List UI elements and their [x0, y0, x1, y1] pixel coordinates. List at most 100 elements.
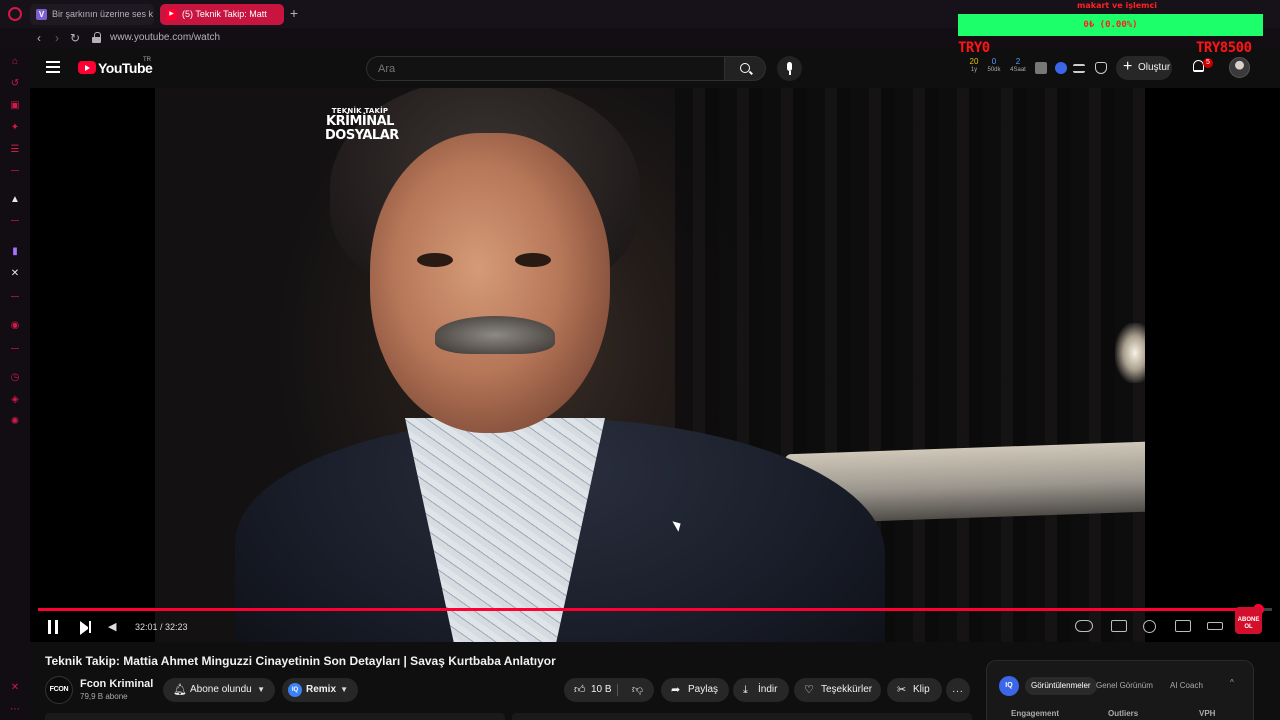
video-progress-bar[interactable]: [38, 604, 1272, 615]
gx-icon[interactable]: ✕: [9, 682, 21, 694]
hamburger-menu-icon[interactable]: [46, 61, 60, 73]
list-icon[interactable]: [1073, 64, 1085, 73]
reload-icon[interactable]: ↻: [68, 30, 82, 46]
description-box[interactable]: [45, 713, 505, 720]
share-arrow-icon: ➦: [671, 684, 681, 696]
sidebar-divider: [11, 296, 19, 297]
back-arrow-icon[interactable]: ‹: [32, 30, 46, 46]
thumbs-down-icon[interactable]: 👎︎: [632, 678, 643, 702]
sidebar-divider: [11, 348, 19, 349]
chevron-down-icon: ▼: [257, 685, 265, 694]
subscribe-badge-icon[interactable]: ABONE OL: [1235, 607, 1262, 634]
youtube-logo-icon[interactable]: [78, 61, 96, 74]
subtitles-icon[interactable]: [1111, 620, 1127, 632]
app-shortcut-icon[interactable]: ▲: [9, 194, 21, 206]
create-button[interactable]: Oluştur: [1116, 55, 1172, 80]
browser-logo-icon[interactable]: [8, 7, 22, 21]
notification-count-badge: 5: [1203, 58, 1213, 68]
calendar-icon[interactable]: [1035, 62, 1047, 74]
volume-icon[interactable]: ◀: [108, 620, 120, 634]
twitch-icon[interactable]: ▮: [9, 246, 21, 258]
download-icon: ⤓: [743, 684, 748, 696]
next-video-bar-icon: [89, 621, 91, 633]
thanks-heart-icon: ♡: [804, 684, 814, 696]
home-icon[interactable]: ⌂: [9, 56, 21, 68]
channel-watermark-logo: TEKNİK TAKİP KRİMİNAL DOSYALAR: [325, 107, 399, 143]
column-outliers: Outliers: [1108, 709, 1139, 718]
collapse-chevron-icon[interactable]: ^: [1230, 678, 1234, 687]
sidebar-divider: [11, 170, 19, 171]
column-engagement: Engagement: [1011, 709, 1060, 718]
new-tab-button[interactable]: +: [287, 5, 301, 21]
microphone-icon[interactable]: [777, 56, 802, 81]
vidiq-icon[interactable]: [1055, 62, 1067, 74]
browser-sidebar: ⌂ ↺ ▣ ✦ ☰ ▲ ▮ ✕ ◉ ◷ ◈ ✺ ✕ ⋯: [0, 48, 30, 720]
video-player[interactable]: TEKNİK TAKİP KRİMİNAL DOSYALAR ◀ 32:01 /…: [30, 88, 1280, 642]
more-icon[interactable]: ⋯: [9, 704, 21, 716]
bell-icon: 🔔︎: [173, 684, 187, 696]
chevron-down-icon: ▼: [340, 685, 348, 694]
tab-views[interactable]: Görüntülenmeler: [1025, 677, 1097, 695]
settings-gear-icon[interactable]: [1143, 620, 1156, 633]
person-face: [370, 133, 610, 433]
trophy-icon[interactable]: [1095, 62, 1107, 74]
subscriber-count: 79,9 B abone: [80, 692, 128, 701]
theater-mode-icon[interactable]: [1207, 622, 1223, 630]
history-icon[interactable]: ↺: [9, 78, 21, 90]
stat-50dk: 0 50dk: [987, 57, 1001, 74]
browser-tab-2-active[interactable]: ▶ (5) Teknik Takip: Matt: [160, 4, 284, 25]
lamp-glow: [1115, 323, 1145, 383]
share-button[interactable]: ➦ Paylaş: [661, 678, 729, 702]
channel-name-link[interactable]: Fcon Kriminal: [80, 678, 153, 690]
settings-gear-icon[interactable]: ✺: [9, 416, 21, 428]
overlay-progress-bar: 0₺ (0.00%): [958, 14, 1263, 36]
x-twitter-icon[interactable]: ✕: [9, 268, 21, 280]
comments-box[interactable]: [512, 713, 972, 720]
forward-arrow-icon[interactable]: ›: [50, 30, 64, 46]
tab-favicon-icon: V: [36, 9, 47, 20]
tab-label: (5) Teknik Takip: Matt: [182, 9, 267, 19]
download-button[interactable]: ⤓ İndir: [733, 678, 789, 702]
like-button[interactable]: 👍︎ 10 B 👎︎: [564, 678, 654, 702]
notes-icon[interactable]: ☰: [9, 144, 21, 156]
player-icon[interactable]: ◉: [9, 320, 21, 332]
url-field[interactable]: www.youtube.com/watch: [110, 31, 220, 45]
channel-avatar[interactable]: FCON: [45, 676, 73, 704]
youtube-favicon-icon: ▶: [166, 9, 177, 20]
vidiq-stats-bar: 20 1y 0 50dk 2 4Saat: [965, 54, 1117, 82]
lock-icon[interactable]: [92, 32, 101, 43]
person-eye-right: [515, 253, 551, 267]
person-eye-left: [417, 253, 453, 267]
video-title: Teknik Takip: Mattia Ahmet Minguzzi Cina…: [45, 654, 556, 668]
overlay-top-label: makart ve işlemci: [1077, 1, 1157, 10]
stat-1y: 20 1y: [969, 57, 979, 74]
gamepad-icon[interactable]: ✦: [9, 122, 21, 134]
like-dislike-divider: [617, 684, 618, 696]
region-code: TR: [143, 57, 151, 63]
search-icon[interactable]: [724, 56, 766, 81]
vidiq-panel: IQ Görüntülenmeler Genel Görünüm AI Coac…: [986, 660, 1254, 720]
column-vph: VPH: [1199, 709, 1216, 718]
more-actions-button[interactable]: ...: [946, 678, 970, 702]
thanks-button[interactable]: ♡ Teşekkürler: [794, 678, 881, 702]
pause-icon[interactable]: [48, 620, 58, 634]
vidiq-logo-icon[interactable]: IQ: [999, 676, 1019, 696]
wallet-icon[interactable]: ▣: [9, 100, 21, 112]
subscribed-button[interactable]: 🔔︎ Abone olundu ▼: [163, 678, 275, 702]
tab-overview[interactable]: Genel Görünüm: [1096, 677, 1153, 695]
clock-icon[interactable]: ◷: [9, 372, 21, 384]
clip-button[interactable]: ✂ Klip: [887, 678, 942, 702]
autoplay-toggle-icon[interactable]: [1075, 620, 1093, 632]
video-time: 32:01 / 32:23: [135, 622, 188, 632]
miniplayer-icon[interactable]: [1175, 620, 1191, 632]
remix-button[interactable]: IQ Remix ▼: [282, 678, 358, 702]
user-avatar[interactable]: [1229, 57, 1250, 78]
youtube-masthead: YouTube TR 20 1y 0 50dk 2 4Saat Oluştur …: [30, 48, 1280, 88]
next-video-icon[interactable]: [80, 621, 88, 635]
search-input[interactable]: [366, 56, 724, 81]
extension-icon[interactable]: ◈: [9, 394, 21, 406]
thumbs-up-icon: 👍︎: [574, 684, 586, 696]
browser-tab-1[interactable]: V Bir şarkının üzerine ses k: [30, 4, 154, 25]
video-frame[interactable]: TEKNİK TAKİP KRİMİNAL DOSYALAR: [155, 88, 1145, 642]
tab-ai-coach[interactable]: AI Coach: [1170, 677, 1203, 695]
